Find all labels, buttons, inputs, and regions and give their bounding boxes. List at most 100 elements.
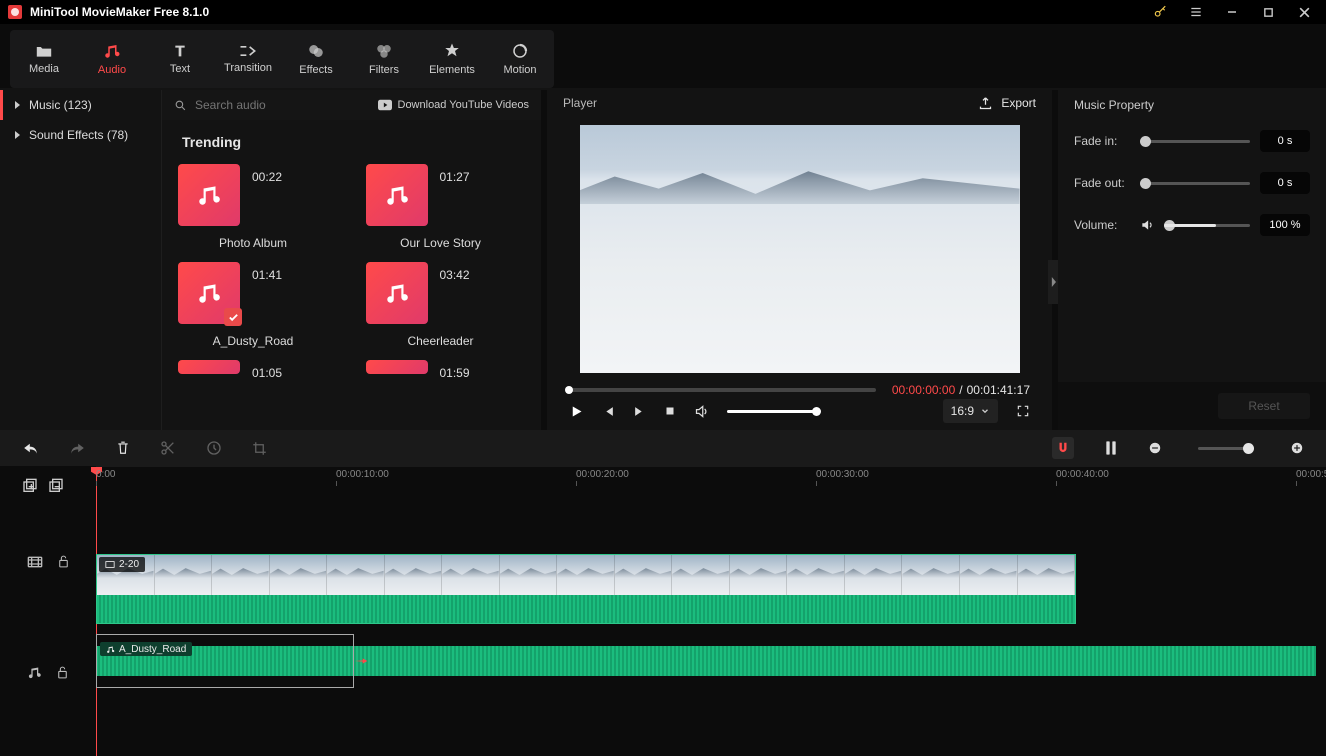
tab-motion[interactable]: Motion	[486, 30, 554, 88]
tab-transition[interactable]: Transition	[214, 30, 282, 88]
audio-clip[interactable]: 01:05	[178, 360, 328, 380]
speed-button[interactable]	[206, 440, 222, 456]
tab-label: Audio	[98, 64, 126, 76]
audio-thumb	[366, 360, 428, 374]
video-clip[interactable]: 2-20	[96, 554, 1076, 624]
clip-duration: 00:22	[252, 164, 282, 184]
aspect-ratio-select[interactable]: 16:9	[943, 399, 998, 423]
fade-in-slider[interactable]	[1140, 140, 1250, 143]
key-icon[interactable]	[1146, 0, 1174, 24]
crop-button[interactable]	[252, 441, 267, 456]
video-track[interactable]: 2-20	[96, 554, 1316, 624]
speaker-icon	[1140, 218, 1154, 232]
ruler-tick: 00:00:20:00	[576, 467, 629, 478]
volume-prop-value[interactable]: 100 %	[1260, 214, 1310, 236]
timeline-tracks: 2-20 A_Dusty_Road	[0, 506, 1326, 728]
download-youtube-link[interactable]: Download YouTube Videos	[378, 99, 530, 111]
clip-duration: 01:41	[252, 262, 282, 282]
redo-button[interactable]	[69, 441, 86, 455]
stop-button[interactable]	[664, 405, 676, 417]
fade-in-label: Fade in:	[1074, 134, 1130, 148]
property-panel: Music Property Fade in: 0 s Fade out: 0 …	[1058, 90, 1326, 430]
sidebar-item-sfx[interactable]: Sound Effects (78)	[0, 120, 161, 150]
remove-track-button[interactable]	[48, 478, 64, 494]
audio-track[interactable]: A_Dusty_Road	[96, 642, 1316, 680]
time-total: 00:01:41:17	[967, 383, 1030, 397]
zoom-in-button[interactable]	[1290, 441, 1304, 455]
audio-clip[interactable]: 01:27 Our Love Story	[366, 164, 516, 250]
audio-clip-label: A_Dusty_Road	[100, 642, 192, 656]
time-sep: /	[959, 383, 962, 397]
panel-collapse-button[interactable]	[1048, 260, 1058, 304]
lock-icon[interactable]	[57, 554, 70, 569]
audio-clip[interactable]: 01:59	[366, 360, 516, 380]
property-title: Music Property	[1058, 90, 1326, 120]
drag-handle-icon[interactable]	[352, 653, 368, 669]
export-button[interactable]: Export	[978, 96, 1036, 111]
music-icon	[27, 665, 42, 680]
fade-in-value[interactable]: 0 s	[1260, 130, 1310, 152]
minimize-button[interactable]	[1218, 0, 1246, 24]
audio-clip[interactable]: 01:41 A_Dusty_Road	[178, 262, 328, 348]
fade-out-value[interactable]: 0 s	[1260, 172, 1310, 194]
clip-duration: 01:05	[252, 360, 282, 380]
sidebar-item-music[interactable]: Music (123)	[0, 90, 161, 120]
player-panel: Player Export 00:00:00:00 / 00:01:41:17 …	[547, 90, 1052, 430]
tab-label: Media	[29, 63, 59, 75]
audio-thumb	[366, 164, 428, 226]
tab-effects[interactable]: Effects	[282, 30, 350, 88]
preview-area	[547, 117, 1052, 381]
play-button[interactable]	[569, 404, 584, 419]
library-toolbar: Download YouTube Videos	[162, 90, 541, 120]
audio-track-clip[interactable]: A_Dusty_Road	[96, 642, 1316, 680]
ruler-tick: 00:00:10:00	[336, 467, 389, 478]
menu-icon[interactable]	[1182, 0, 1210, 24]
tab-label: Filters	[369, 64, 399, 76]
magnet-button[interactable]	[1052, 437, 1074, 459]
maximize-button[interactable]	[1254, 0, 1282, 24]
ruler-tick: 00:00:50	[1296, 467, 1326, 478]
volume-icon[interactable]	[694, 404, 709, 419]
titlebar: MiniTool MovieMaker Free 8.1.0	[0, 0, 1326, 24]
fade-out-slider[interactable]	[1140, 182, 1250, 185]
next-frame-button[interactable]	[633, 405, 646, 418]
tab-media[interactable]: Media	[10, 30, 78, 88]
volume-slider[interactable]	[727, 410, 817, 413]
library-sidebar: Music (123) Sound Effects (78)	[0, 90, 162, 430]
zoom-out-button[interactable]	[1148, 441, 1162, 455]
audio-clip[interactable]: 03:42 Cheerleader	[366, 262, 516, 348]
chevron-down-icon	[980, 406, 990, 416]
clip-duration: 01:27	[440, 164, 470, 184]
app-title: MiniTool MovieMaker Free 8.1.0	[30, 5, 1138, 19]
waveform	[97, 595, 1075, 623]
link-tracks-button[interactable]	[1104, 440, 1118, 456]
audio-clip[interactable]: 00:22 Photo Album	[178, 164, 328, 250]
tab-text[interactable]: Text	[146, 30, 214, 88]
search-icon	[174, 99, 187, 112]
search-input[interactable]	[195, 98, 370, 112]
tab-elements[interactable]: Elements	[418, 30, 486, 88]
seek-bar[interactable]	[569, 388, 876, 392]
video-icon	[27, 555, 43, 569]
add-track-button[interactable]	[22, 478, 38, 494]
lock-icon[interactable]	[56, 665, 69, 680]
clip-duration: 01:59	[440, 360, 470, 380]
tab-filters[interactable]: Filters	[350, 30, 418, 88]
library-panel: Music (123) Sound Effects (78) Download …	[0, 90, 541, 430]
tab-audio[interactable]: Audio	[78, 30, 146, 88]
split-button[interactable]	[160, 440, 176, 456]
zoom-slider[interactable]	[1198, 447, 1254, 450]
section-title: Trending	[182, 134, 525, 150]
close-button[interactable]	[1290, 0, 1318, 24]
delete-button[interactable]	[116, 440, 130, 456]
fullscreen-button[interactable]	[1016, 404, 1030, 418]
prev-frame-button[interactable]	[602, 405, 615, 418]
clip-duration: 03:42	[440, 262, 470, 282]
video-track-header	[0, 506, 96, 617]
volume-prop-slider[interactable]	[1164, 224, 1250, 227]
reset-button[interactable]: Reset	[1218, 393, 1310, 419]
tab-label: Elements	[429, 64, 475, 76]
clip-name: Photo Album	[178, 236, 328, 250]
undo-button[interactable]	[22, 441, 39, 455]
timeline-ruler[interactable]: 0:0000:00:10:0000:00:20:0000:00:30:0000:…	[0, 466, 1326, 506]
